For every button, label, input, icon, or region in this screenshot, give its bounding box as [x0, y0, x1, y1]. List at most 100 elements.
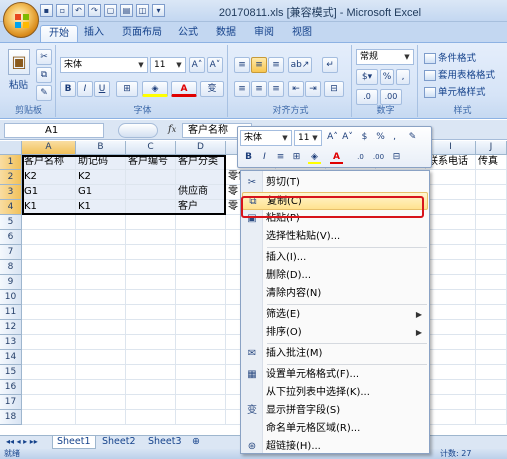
context-menu-item[interactable]: 清除内容(N): [242, 285, 428, 303]
context-menu-item[interactable]: 排序(O) ▶: [242, 324, 428, 342]
cell[interactable]: [22, 215, 76, 230]
conditional-format-button[interactable]: 条件格式: [424, 50, 476, 64]
cell[interactable]: K2: [76, 170, 126, 185]
column-header[interactable]: A: [22, 141, 76, 155]
row-header[interactable]: 10: [0, 290, 22, 305]
percent-icon[interactable]: %: [380, 69, 394, 85]
cell[interactable]: [476, 170, 507, 185]
cell[interactable]: 供应商: [176, 185, 226, 200]
cell[interactable]: [22, 395, 76, 410]
row-header[interactable]: 9: [0, 275, 22, 290]
cell[interactable]: [76, 320, 126, 335]
cell[interactable]: K1: [22, 200, 76, 215]
save-icon[interactable]: ▪: [40, 4, 53, 17]
context-menu-item[interactable]: 插入(I)...: [242, 249, 428, 267]
italic-icon[interactable]: I: [258, 151, 271, 164]
row-header[interactable]: 2: [0, 170, 22, 185]
tab-review[interactable]: 审阅: [246, 25, 282, 42]
row-header[interactable]: 3: [0, 185, 22, 200]
italic-icon[interactable]: I: [77, 81, 93, 97]
copy-icon[interactable]: ⧉: [36, 67, 52, 83]
row-header[interactable]: 4: [0, 200, 22, 215]
row-header[interactable]: 17: [0, 395, 22, 410]
font-name-select[interactable]: 宋体 ▼: [60, 57, 148, 73]
grow-font-icon[interactable]: A˄: [326, 131, 339, 144]
row-header[interactable]: 1: [0, 155, 22, 170]
cell[interactable]: [126, 200, 176, 215]
cell[interactable]: [426, 215, 476, 230]
cell[interactable]: [76, 410, 126, 425]
row-header[interactable]: 8: [0, 260, 22, 275]
cell[interactable]: [426, 275, 476, 290]
insert-sheet-icon[interactable]: ⊕: [188, 436, 204, 449]
underline-icon[interactable]: U: [94, 81, 110, 97]
font-size-select[interactable]: 11 ▼: [150, 57, 186, 73]
cell[interactable]: [22, 290, 76, 305]
cell[interactable]: [476, 320, 507, 335]
tab-data[interactable]: 数据: [208, 25, 244, 42]
cell[interactable]: [426, 335, 476, 350]
shrink-font-icon[interactable]: A˅: [341, 131, 354, 144]
cell[interactable]: [426, 185, 476, 200]
cell[interactable]: [176, 305, 226, 320]
cell[interactable]: [126, 230, 176, 245]
sheet-nav-icon[interactable]: ◂◂ ◂ ▸ ▸▸: [2, 436, 42, 449]
row-header[interactable]: 12: [0, 320, 22, 335]
column-header[interactable]: B: [76, 141, 126, 155]
number-format-select[interactable]: 常规 ▼: [356, 49, 414, 65]
row-header[interactable]: 6: [0, 230, 22, 245]
cell[interactable]: [176, 395, 226, 410]
cell[interactable]: [126, 185, 176, 200]
cell[interactable]: [126, 245, 176, 260]
cell[interactable]: [76, 380, 126, 395]
row-header[interactable]: 5: [0, 215, 22, 230]
cell[interactable]: 客户编号: [126, 155, 176, 170]
cell[interactable]: [176, 260, 226, 275]
cell[interactable]: [426, 380, 476, 395]
fill-color-icon[interactable]: ◈: [308, 151, 321, 164]
fx-icon[interactable]: fx: [168, 124, 176, 135]
cell[interactable]: [22, 275, 76, 290]
cell[interactable]: [22, 230, 76, 245]
cell[interactable]: [126, 305, 176, 320]
context-menu-item[interactable]: 筛选(E) ▶: [242, 306, 428, 324]
cell[interactable]: [426, 320, 476, 335]
cell[interactable]: [22, 320, 76, 335]
cell[interactable]: [426, 365, 476, 380]
tab-page-layout[interactable]: 页面布局: [114, 25, 170, 42]
cell[interactable]: [476, 260, 507, 275]
column-header[interactable]: I: [426, 141, 476, 155]
cell[interactable]: [126, 350, 176, 365]
cell[interactable]: [76, 275, 126, 290]
cell[interactable]: [22, 380, 76, 395]
grow-font-icon[interactable]: A˄: [189, 57, 205, 73]
cell[interactable]: [176, 350, 226, 365]
cell[interactable]: [426, 170, 476, 185]
cell[interactable]: G1: [22, 185, 76, 200]
cell[interactable]: [476, 230, 507, 245]
row-header[interactable]: 16: [0, 380, 22, 395]
open-icon[interactable]: ▫: [56, 4, 69, 17]
context-menu-item[interactable]: ⊛ 超链接(H)...: [242, 438, 428, 456]
format-painter-icon[interactable]: ✎: [36, 85, 52, 101]
cell[interactable]: K1: [76, 200, 126, 215]
cell[interactable]: [76, 395, 126, 410]
select-all-corner[interactable]: [0, 141, 22, 155]
cell[interactable]: [126, 335, 176, 350]
decrease-decimal-icon[interactable]: .00: [372, 151, 385, 164]
format-as-table-button[interactable]: 套用表格格式: [424, 67, 495, 81]
column-header[interactable]: C: [126, 141, 176, 155]
print-icon[interactable]: ▤: [120, 4, 133, 17]
increase-decimal-icon[interactable]: .0: [354, 151, 367, 164]
cell[interactable]: [126, 395, 176, 410]
cell[interactable]: [426, 260, 476, 275]
cell[interactable]: [176, 410, 226, 425]
mini-size-select[interactable]: 11 ▼: [294, 130, 322, 146]
font-color-icon[interactable]: A: [171, 81, 197, 97]
cell[interactable]: K2: [22, 170, 76, 185]
format-painter-icon[interactable]: ✎: [406, 131, 419, 144]
context-menu-item[interactable]: ▦ 设置单元格格式(F)...: [242, 366, 428, 384]
cell[interactable]: [22, 335, 76, 350]
cell[interactable]: [76, 245, 126, 260]
cell[interactable]: [22, 245, 76, 260]
